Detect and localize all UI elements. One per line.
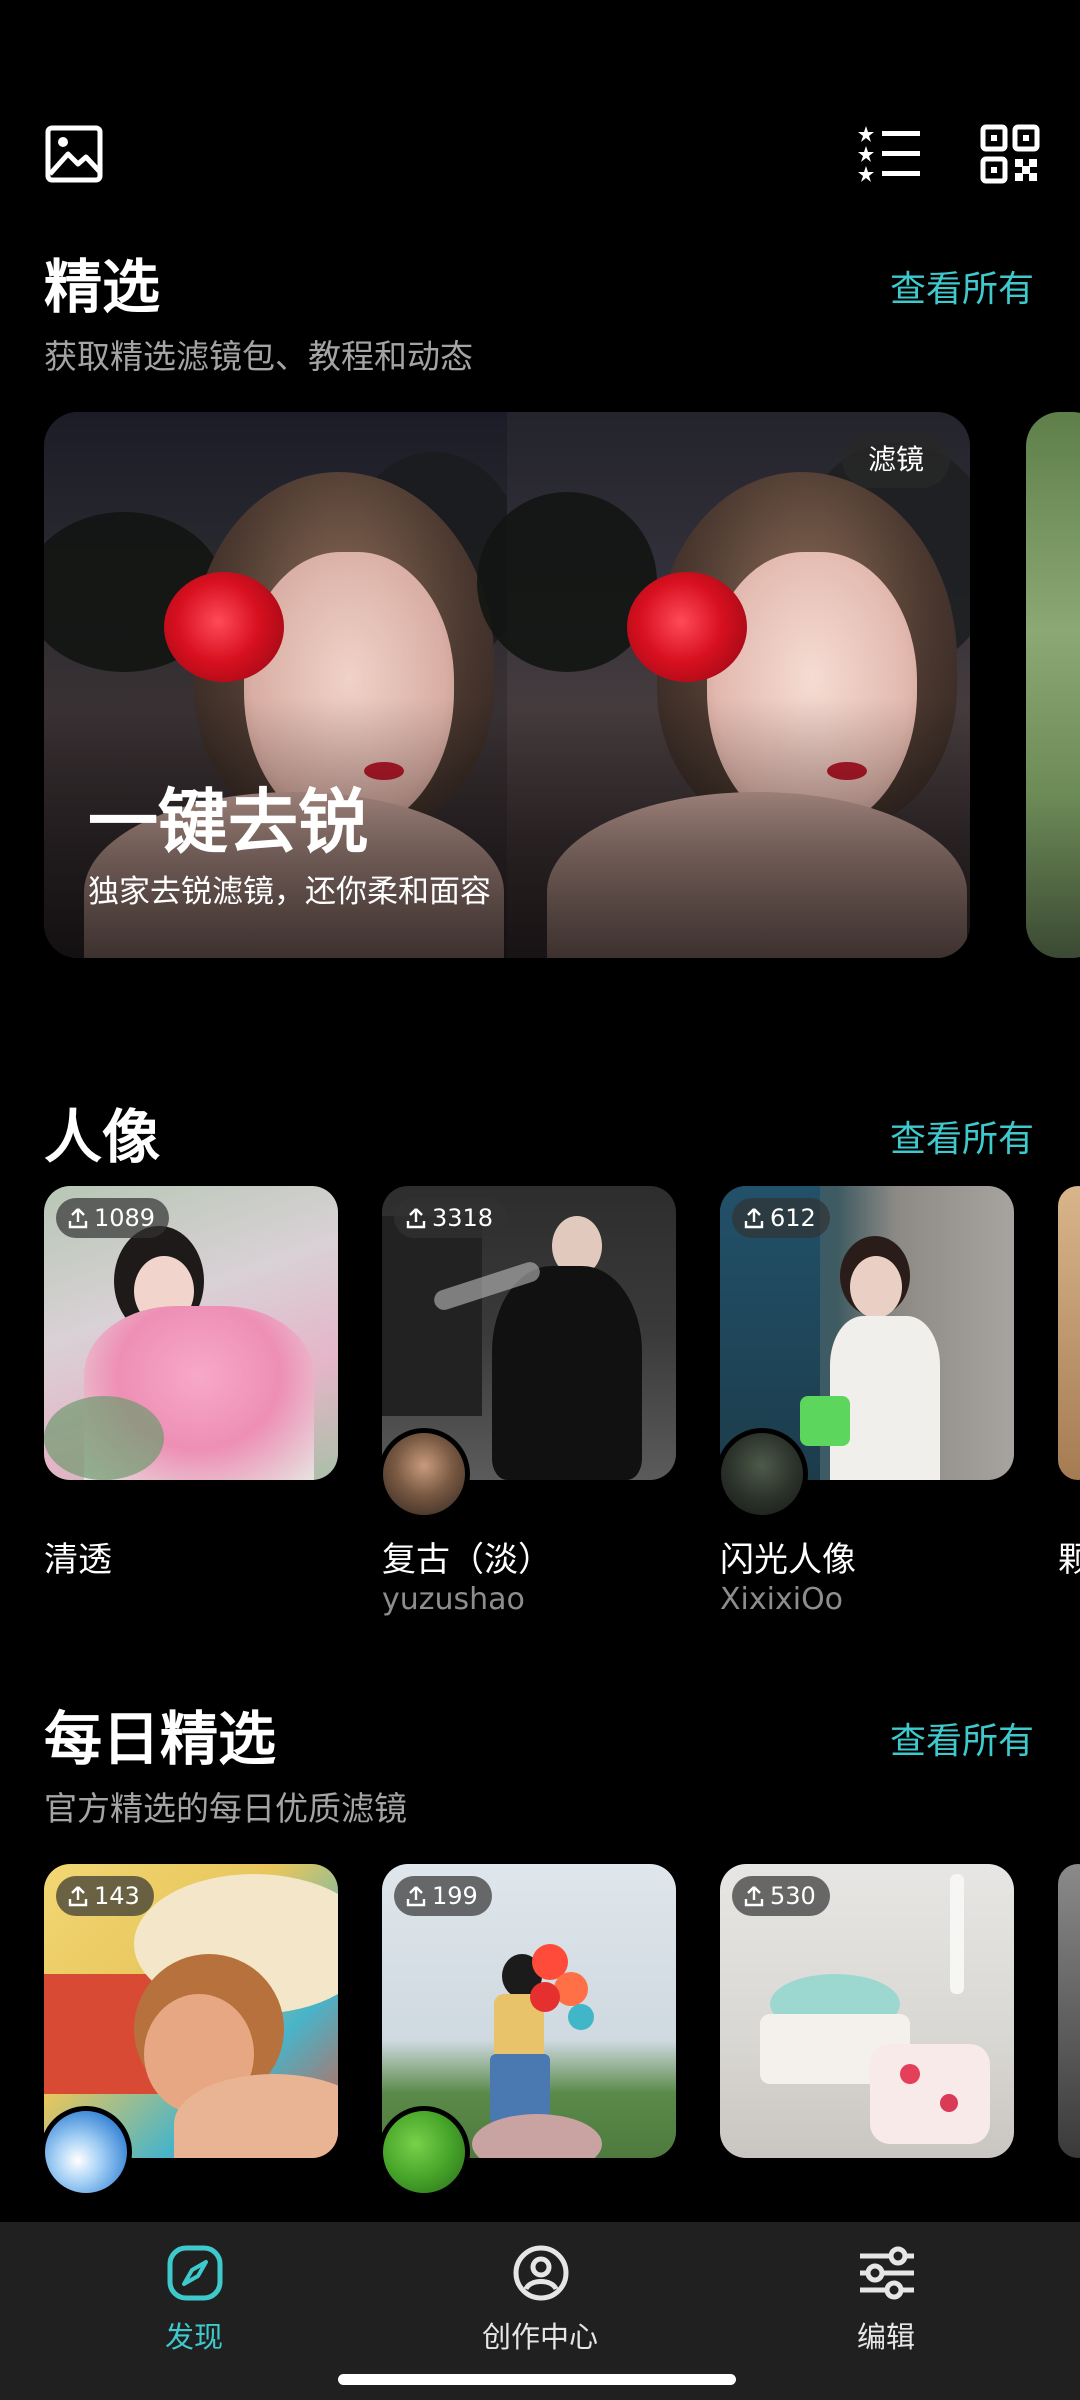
- upload-icon: [68, 1886, 88, 1907]
- qr-code-icon[interactable]: [980, 124, 1040, 184]
- featured-card-title: 一键去锐: [88, 781, 368, 863]
- user-circle-icon: [513, 2245, 569, 2301]
- featured-subtitle: 获取精选滤镜包、教程和动态: [44, 337, 473, 376]
- sliders-icon: [860, 2246, 914, 2300]
- upload-icon: [744, 1886, 764, 1907]
- usage-count-badge: 1089: [56, 1198, 170, 1238]
- daily-see-all-link[interactable]: 查看所有: [890, 1712, 1034, 1764]
- upload-icon: [406, 1886, 426, 1907]
- daily-filter-card[interactable]: 530: [720, 1864, 1014, 2158]
- filter-name: 复古（淡）: [382, 1540, 552, 1580]
- daily-filter-card[interactable]: [1058, 1864, 1080, 2158]
- nav-label: 创作中心: [481, 2320, 598, 2354]
- author-avatar[interactable]: [378, 1428, 470, 1520]
- usage-count-badge: 530: [732, 1876, 830, 1916]
- featured-card-subtitle: 独家去锐滤镜，还你柔和面容: [88, 874, 491, 910]
- author-name[interactable]: yuzushao: [382, 1582, 525, 1617]
- portrait-filter-card[interactable]: [1058, 1186, 1080, 1480]
- filter-name: 颗: [1058, 1540, 1080, 1580]
- nav-tab-edit[interactable]: 编辑: [786, 2222, 986, 2362]
- usage-count-badge: 143: [56, 1876, 154, 1916]
- portrait-filter-card[interactable]: 1089: [44, 1186, 338, 1480]
- starred-list-icon[interactable]: [858, 124, 920, 184]
- featured-title: 精选: [44, 253, 161, 321]
- compass-icon: [167, 2245, 223, 2301]
- daily-subtitle: 官方精选的每日优质滤镜: [44, 1789, 407, 1828]
- daily-title: 每日精选: [44, 1705, 277, 1773]
- usage-count-badge: 612: [732, 1198, 830, 1238]
- nav-tab-creator-center[interactable]: 创作中心: [440, 2222, 640, 2362]
- portrait-see-all-link[interactable]: 查看所有: [890, 1110, 1034, 1162]
- featured-see-all-link[interactable]: 查看所有: [890, 260, 1034, 312]
- filter-name: 清透: [44, 1540, 112, 1580]
- upload-icon: [406, 1208, 426, 1229]
- upload-icon: [68, 1208, 88, 1229]
- usage-count-badge: 199: [394, 1876, 492, 1916]
- filter-tag-badge: 滤镜: [842, 432, 950, 488]
- author-name[interactable]: XixixiOo: [720, 1582, 843, 1617]
- author-avatar[interactable]: [40, 2106, 132, 2198]
- gallery-icon[interactable]: [44, 124, 104, 184]
- upload-icon: [744, 1208, 764, 1229]
- usage-count-badge: 3318: [394, 1198, 508, 1238]
- author-avatar[interactable]: [716, 1428, 808, 1520]
- featured-next-card[interactable]: [1026, 412, 1080, 958]
- author-avatar[interactable]: [378, 2106, 470, 2198]
- filter-name: 闪光人像: [720, 1540, 856, 1580]
- nav-tab-discover[interactable]: 发现: [94, 2222, 294, 2362]
- nav-label: 发现: [164, 2320, 223, 2354]
- home-indicator[interactable]: [338, 2374, 736, 2385]
- portrait-title: 人像: [44, 1103, 161, 1171]
- nav-label: 编辑: [856, 2320, 915, 2354]
